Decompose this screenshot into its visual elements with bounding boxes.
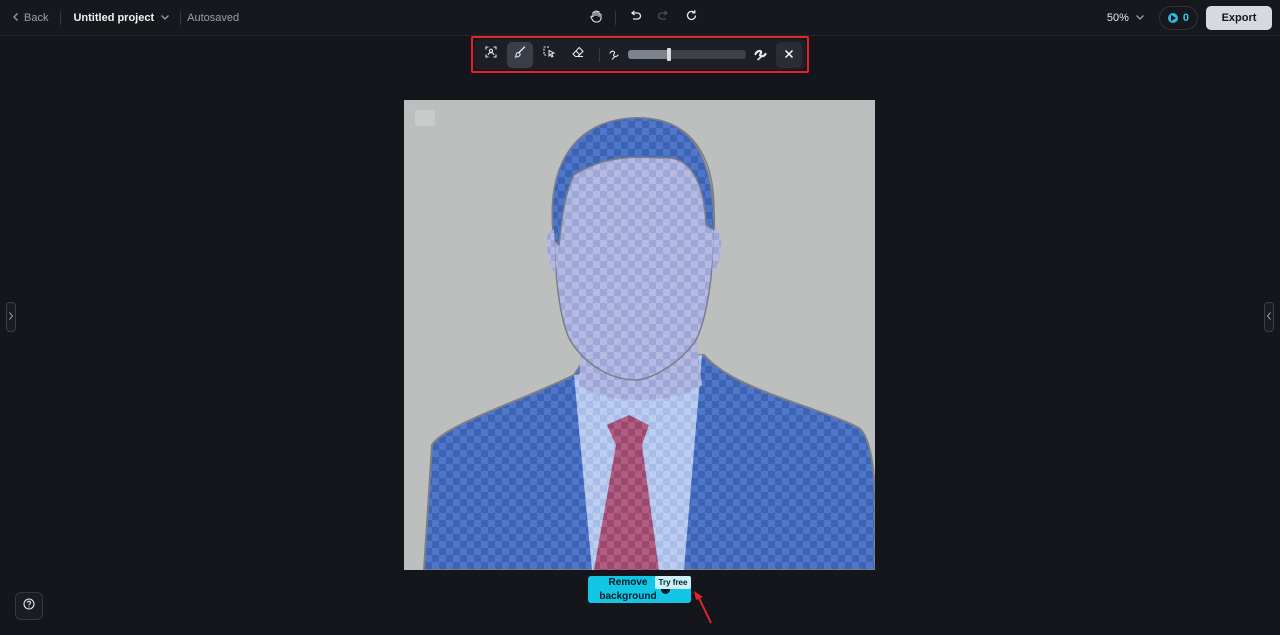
chevron-down-icon	[160, 12, 170, 24]
top-bar-left: Back Untitled project Autosaved	[12, 0, 239, 36]
brush-tool[interactable]	[507, 41, 533, 68]
left-panel-toggle[interactable]	[6, 302, 16, 332]
zoom-level: 50%	[1106, 12, 1129, 24]
credit-icon	[1167, 13, 1178, 23]
chevron-right-icon	[8, 308, 14, 326]
remove-background-label: Remove background	[599, 576, 657, 602]
refresh-icon	[685, 9, 698, 27]
credits-count: 0	[1182, 12, 1189, 24]
right-panel-toggle[interactable]	[1264, 302, 1274, 332]
canvas-image[interactable]	[404, 100, 875, 570]
eraser-icon	[571, 45, 585, 64]
reset-button[interactable]	[682, 9, 700, 27]
auto-select-tool[interactable]	[478, 42, 504, 68]
hand-icon	[589, 9, 603, 28]
hand-tool-button[interactable]	[587, 9, 605, 27]
redo-button[interactable]	[654, 9, 672, 27]
undo-icon	[629, 9, 642, 27]
lasso-select-icon	[542, 45, 556, 64]
mask-toolbar	[474, 39, 806, 70]
arrow-annotation-icon	[694, 591, 712, 624]
chevron-down-icon	[1135, 12, 1145, 24]
autosave-status: Autosaved	[187, 12, 240, 24]
eraser-tool[interactable]	[565, 42, 591, 68]
brush-size-large-icon	[752, 49, 768, 61]
undo-button[interactable]	[626, 9, 644, 27]
chevron-left-icon	[1266, 308, 1272, 326]
close-icon	[784, 46, 794, 64]
brush-size-small-icon	[606, 49, 622, 61]
top-bar: Back Untitled project Autosaved 50% 0 Ex…	[0, 0, 1280, 36]
history-controls	[587, 9, 700, 27]
divider	[599, 47, 600, 62]
project-title: Untitled project	[73, 12, 155, 24]
auto-select-icon	[484, 45, 498, 64]
back-label: Back	[24, 12, 49, 24]
zoom-dropdown[interactable]: 50%	[1107, 12, 1145, 24]
divider	[615, 11, 616, 25]
help-icon	[23, 597, 35, 615]
divider	[180, 11, 182, 25]
back-button[interactable]: Back	[12, 12, 48, 25]
divider	[60, 11, 62, 25]
redo-icon	[657, 9, 670, 27]
chevron-left-icon	[12, 12, 20, 25]
brush-size-slider[interactable]	[628, 48, 746, 61]
top-bar-right: 50% 0 Export	[1107, 6, 1272, 30]
project-title-menu[interactable]: Untitled project	[73, 12, 170, 24]
brush-icon	[513, 45, 527, 64]
slider-thumb[interactable]	[667, 48, 672, 61]
lasso-tool[interactable]	[536, 42, 562, 68]
help-button[interactable]	[15, 592, 43, 620]
slider-fill	[628, 50, 670, 59]
close-toolbar-button[interactable]	[776, 41, 802, 68]
try-free-badge: Try free	[655, 576, 691, 589]
export-button[interactable]: Export	[1206, 6, 1272, 30]
credits-badge[interactable]: 0	[1158, 6, 1198, 30]
image-badge-icon	[415, 110, 435, 126]
